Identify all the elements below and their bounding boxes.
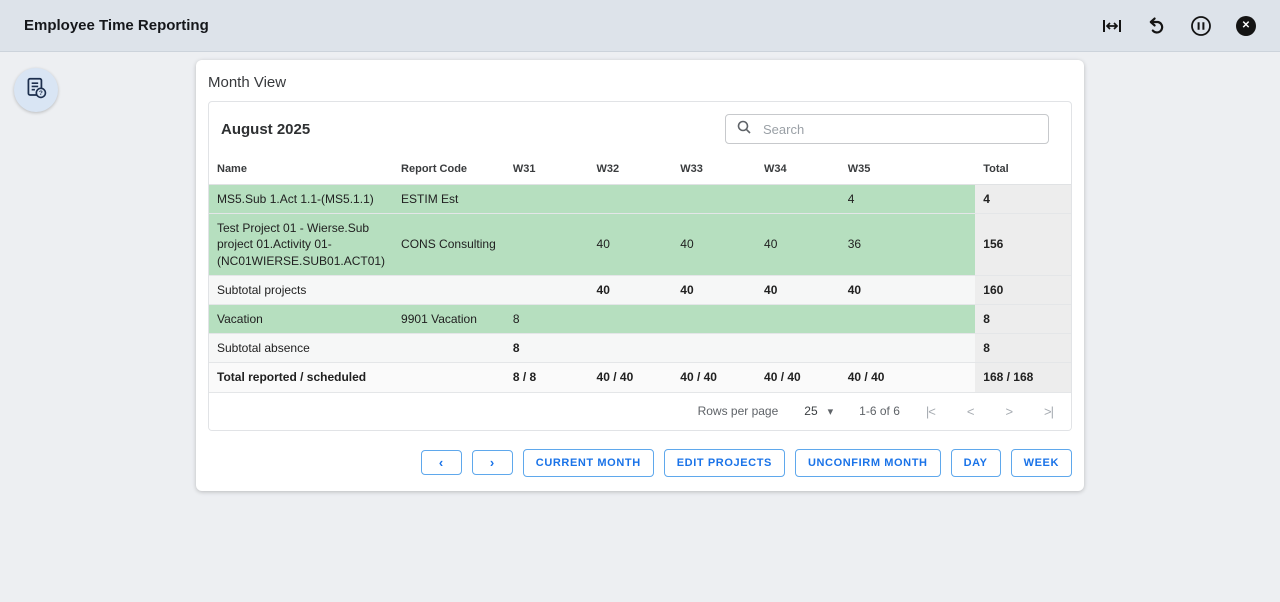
column-header-report-code: Report Code	[393, 154, 505, 185]
first-page-icon[interactable]: |<	[926, 404, 935, 419]
search-input[interactable]	[761, 121, 1038, 138]
current-month-button[interactable]: CURRENT MONTH	[523, 449, 654, 477]
month-table-panel: August 2025 Name Report	[208, 101, 1072, 431]
header-actions: ✕	[1102, 15, 1256, 37]
column-header-w35: W35	[840, 154, 924, 185]
column-header-w31: W31	[505, 154, 589, 185]
subtotal-row: Subtotal projects 40 40 40 40 160	[209, 275, 1071, 304]
fit-width-icon[interactable]	[1102, 18, 1122, 34]
column-header-name: Name	[209, 154, 393, 185]
table-header-row: Name Report Code W31 W32 W33 W34 W35 Tot…	[209, 154, 1071, 185]
column-header-w32: W32	[589, 154, 673, 185]
svg-text:?: ?	[39, 90, 43, 97]
column-header-w33: W33	[672, 154, 756, 185]
table-row[interactable]: MS5.Sub 1.Act 1.1-(MS5.1.1) ESTIM Est 4 …	[209, 185, 1071, 214]
prev-month-button[interactable]: ‹	[421, 450, 462, 475]
week-view-button[interactable]: WEEK	[1011, 449, 1072, 477]
month-view-card: Month View August 2025	[196, 60, 1084, 491]
grand-total-row: Total reported / scheduled 8 / 8 40 / 40…	[209, 363, 1071, 392]
column-header-w34: W34	[756, 154, 840, 185]
search-icon	[736, 119, 752, 140]
close-icon[interactable]: ✕	[1236, 16, 1256, 36]
next-page-icon[interactable]: >	[1005, 404, 1012, 419]
table-row[interactable]: Vacation 9901 Vacation 8 8	[209, 304, 1071, 333]
month-label: August 2025	[221, 121, 310, 138]
chevron-down-icon: ▾	[828, 405, 834, 418]
undo-icon[interactable]	[1146, 17, 1166, 35]
rows-per-page-label: Rows per page	[698, 404, 779, 418]
table-row[interactable]: Test Project 01 - Wierse.Sub project 01.…	[209, 214, 1071, 276]
form-help-icon: ?	[23, 75, 49, 106]
app-header: Employee Time Reporting ✕	[0, 0, 1280, 52]
app-title: Employee Time Reporting	[24, 17, 209, 34]
day-view-button[interactable]: DAY	[951, 449, 1001, 477]
help-button[interactable]: ?	[14, 68, 58, 112]
last-page-icon[interactable]: >|	[1044, 404, 1053, 419]
search-box	[725, 114, 1049, 144]
rows-per-page-select[interactable]: 25 ▾	[804, 404, 833, 418]
unconfirm-month-button[interactable]: UNCONFIRM MONTH	[795, 449, 941, 477]
action-bar: ‹ › CURRENT MONTH EDIT PROJECTS UNCONFIR…	[196, 449, 1072, 477]
pagination-range: 1-6 of 6	[859, 404, 900, 418]
prev-page-icon[interactable]: <	[967, 404, 974, 419]
card-title: Month View	[196, 60, 1084, 101]
pagination-bar: Rows per page 25 ▾ 1-6 of 6 |< < > >|	[209, 393, 1071, 430]
next-month-button[interactable]: ›	[472, 450, 513, 475]
column-header-spacer	[923, 154, 975, 185]
time-report-table: Name Report Code W31 W32 W33 W34 W35 Tot…	[209, 154, 1071, 393]
pagination-nav: |< < > >|	[926, 404, 1053, 419]
subtotal-row: Subtotal absence 8 8	[209, 334, 1071, 363]
edit-projects-button[interactable]: EDIT PROJECTS	[664, 449, 785, 477]
column-header-total: Total	[975, 154, 1071, 185]
pause-icon[interactable]	[1190, 15, 1212, 37]
